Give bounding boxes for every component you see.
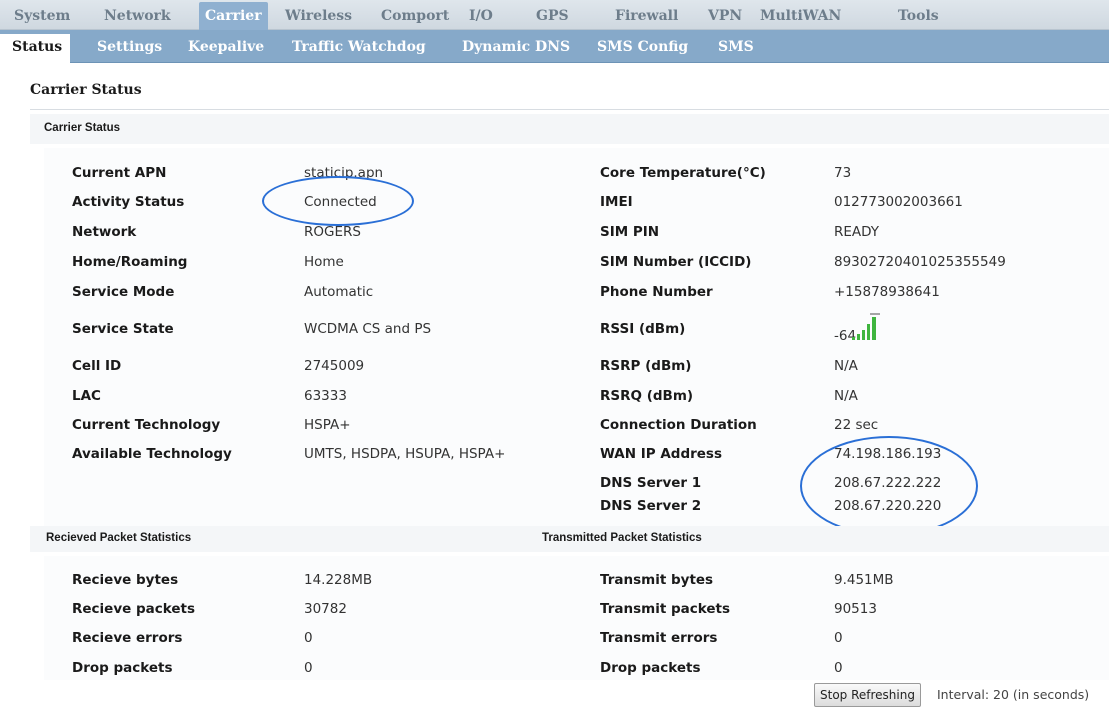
tab-dynamic-dns[interactable]: Dynamic DNS: [462, 36, 570, 58]
receive-packets-value: 30782: [304, 601, 347, 617]
field-label: Available Technology: [72, 446, 232, 462]
field-label: Core Temperature(°C): [600, 165, 766, 181]
tab-status[interactable]: Status: [0, 34, 71, 63]
nav-gps[interactable]: GPS: [536, 6, 569, 26]
nav-wireless[interactable]: Wireless: [285, 6, 352, 26]
field-label: Service State: [72, 321, 174, 337]
top-nav: System Network Carrier Wireless Comport …: [0, 0, 1109, 30]
tab-settings[interactable]: Settings: [97, 36, 162, 58]
nav-vpn[interactable]: VPN: [708, 6, 742, 26]
field-label: Network: [72, 224, 137, 240]
field-label: Recieve packets: [72, 601, 196, 617]
current-technology-value: HSPA+: [304, 417, 351, 433]
section-title: Carrier Status: [44, 122, 121, 134]
field-label: LAC: [72, 388, 101, 404]
field-label: Drop packets: [600, 660, 701, 676]
receive-errors-value: 0: [304, 630, 313, 646]
nav-comport[interactable]: Comport: [381, 6, 449, 26]
connection-duration-value: 22 sec: [834, 417, 879, 433]
nav-io[interactable]: I/O: [469, 6, 493, 26]
rsrq-value: N/A: [834, 388, 858, 404]
nav-tools[interactable]: Tools: [898, 6, 939, 26]
phone-number-value: +15878938641: [834, 284, 940, 300]
field-label: Recieve errors: [72, 630, 183, 646]
available-technology-value: UMTS, HSDPA, HSUPA, HSPA+: [304, 446, 506, 462]
router-admin-page: System Network Carrier Wireless Comport …: [0, 0, 1109, 717]
tab-keepalive[interactable]: Keepalive: [188, 36, 264, 58]
stats-panel: [44, 556, 1109, 680]
network-value: ROGERS: [304, 224, 361, 240]
field-label: Transmit packets: [600, 601, 731, 617]
highlight-ring: [800, 436, 978, 536]
field-label: SIM Number (ICCID): [600, 254, 752, 270]
field-label: RSRP (dBm): [600, 358, 692, 374]
tab-traffic-watchdog[interactable]: Traffic Watchdog: [292, 36, 426, 58]
nav-firewall[interactable]: Firewall: [615, 6, 678, 26]
transmit-packets-value: 90513: [834, 601, 877, 617]
signal-bar: [852, 337, 855, 340]
core-temperature-value: 73: [834, 165, 852, 181]
stop-refreshing-button[interactable]: Stop Refreshing: [814, 683, 921, 707]
field-label: Service Mode: [72, 284, 175, 300]
field-label: Home/Roaming: [72, 254, 188, 270]
signal-bar: [862, 330, 865, 340]
nav-carrier[interactable]: Carrier: [199, 2, 268, 30]
field-label: Connection Duration: [600, 417, 757, 433]
sim-pin-value: READY: [834, 224, 880, 240]
field-label: RSSI (dBm): [600, 321, 686, 337]
signal-strength-icon: [852, 313, 880, 340]
service-mode-value: Automatic: [304, 284, 374, 300]
field-label: Current APN: [72, 165, 167, 181]
field-label: Recieve bytes: [72, 572, 179, 588]
signal-bar: [872, 317, 876, 340]
divider: [30, 109, 1109, 110]
nav-system[interactable]: System: [14, 6, 70, 26]
field-label: DNS Server 1: [600, 475, 702, 491]
field-label: Activity Status: [72, 194, 185, 210]
receive-bytes-value: 14.228MB: [304, 572, 373, 588]
signal-bar: [867, 324, 870, 340]
page-title: Carrier Status: [30, 82, 142, 98]
section-header: [30, 114, 1109, 144]
field-label: SIM PIN: [600, 224, 660, 240]
field-label: IMEI: [600, 194, 633, 210]
receive-drop-value: 0: [304, 660, 313, 676]
field-label: Cell ID: [72, 358, 122, 374]
lac-value: 63333: [304, 388, 347, 404]
rsrp-value: N/A: [834, 358, 858, 374]
signal-bar: [857, 334, 860, 340]
cell-id-value: 2745009: [304, 358, 365, 374]
sub-nav: Status Settings Keepalive Traffic Watchd…: [0, 30, 1109, 63]
transmit-errors-value: 0: [834, 630, 843, 646]
home-roaming-value: Home: [304, 254, 344, 270]
field-label: Transmit errors: [600, 630, 718, 646]
nav-network[interactable]: Network: [104, 6, 171, 26]
nav-multiwan[interactable]: MultiWAN: [760, 6, 841, 26]
transmitted-stats-title: Transmitted Packet Statistics: [542, 532, 702, 544]
sim-number-value: 89302720401025355549: [834, 254, 1006, 270]
transmit-drop-value: 0: [834, 660, 843, 676]
imei-value: 012773002003661: [834, 194, 963, 210]
tab-sms[interactable]: SMS: [718, 36, 754, 58]
field-label: Transmit bytes: [600, 572, 714, 588]
field-label: Phone Number: [600, 284, 713, 300]
field-label: RSRQ (dBm): [600, 388, 694, 404]
field-label: Drop packets: [72, 660, 173, 676]
received-stats-title: Recieved Packet Statistics: [46, 532, 192, 544]
refresh-interval-text: Interval: 20 (in seconds): [937, 687, 1090, 702]
highlight-ring: [262, 176, 414, 226]
service-state-value: WCDMA CS and PS: [304, 321, 432, 337]
field-label: DNS Server 2: [600, 498, 702, 514]
field-label: WAN IP Address: [600, 446, 723, 462]
field-label: Current Technology: [72, 417, 221, 433]
transmit-bytes-value: 9.451MB: [834, 572, 894, 588]
tab-sms-config[interactable]: SMS Config: [597, 36, 688, 58]
